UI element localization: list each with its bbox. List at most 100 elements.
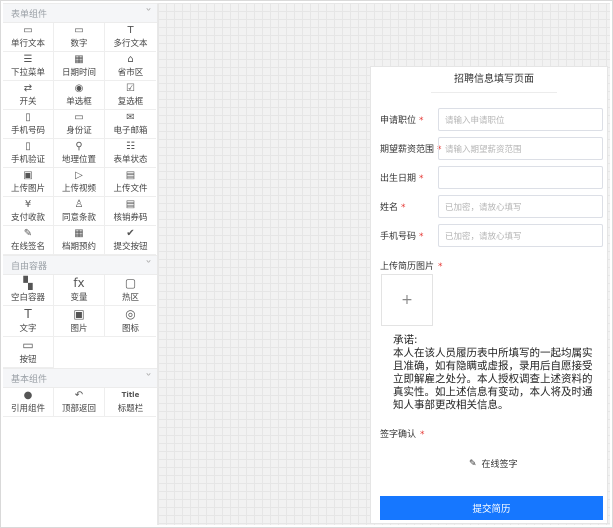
component-item[interactable]: ☑ 复选框 <box>105 81 156 110</box>
component-label: 省市区 <box>117 68 144 78</box>
component-item[interactable]: ▢ 热区 <box>105 275 156 306</box>
group-title: 基本组件 <box>11 374 48 385</box>
component-icon: ✎ <box>23 228 33 239</box>
component-label: 上传文件 <box>113 184 148 194</box>
component-item[interactable]: ◎ 图标 <box>105 306 156 337</box>
required-mark: * <box>419 174 424 184</box>
component-item[interactable]: ▷ 上传视频 <box>54 168 105 197</box>
chevron-down-icon[interactable]: ˅ <box>145 260 152 271</box>
component-item[interactable]: ▦ 日期时间 <box>54 52 105 81</box>
component-label: 上传视频 <box>61 184 96 194</box>
component-icon: ☷ <box>126 141 135 152</box>
component-icon: ▭ <box>74 112 84 123</box>
component-item[interactable]: ✉ 电子邮箱 <box>105 110 156 139</box>
component-item[interactable]: ▭ 数字 <box>54 23 105 52</box>
component-label: 电子邮箱 <box>113 126 148 136</box>
component-label: 表单状态 <box>113 155 148 165</box>
component-item[interactable]: fx 变量 <box>54 275 105 306</box>
component-icon: T <box>127 25 134 36</box>
component-icon: ⇄ <box>23 83 33 94</box>
sidebar-group-header[interactable]: 表单组件 ˅ <box>3 3 157 23</box>
salary-input[interactable]: 请输入期望薪资范围 <box>438 137 603 160</box>
component-item[interactable]: Title 标题栏 <box>105 388 156 417</box>
component-item[interactable]: ✔ 提交按钮 <box>105 226 156 255</box>
promise-title: 承诺: <box>393 334 418 346</box>
sidebar-group-header[interactable]: 基本组件 ˅ <box>3 368 157 388</box>
component-item[interactable]: ⇄ 开关 <box>3 81 54 110</box>
component-item[interactable]: T 多行文本 <box>105 23 156 52</box>
component-label: 下拉菜单 <box>10 68 45 78</box>
component-label: 在线签名 <box>10 242 45 252</box>
group-title: 表单组件 <box>11 9 48 20</box>
name-input[interactable]: 已加密，请放心填写 <box>438 195 603 218</box>
component-label: 空白容器 <box>10 292 45 303</box>
sign-label: 签字确认 * <box>380 427 425 440</box>
online-sign-button[interactable]: ✎ 在线签字 <box>469 457 518 471</box>
component-icon: ☑ <box>126 83 135 94</box>
required-mark: * <box>401 203 406 213</box>
sidebar-group-header[interactable]: 自由容器 ˅ <box>3 255 157 275</box>
component-icon: T <box>24 306 32 321</box>
component-item[interactable]: ▣ 图片 <box>54 306 105 337</box>
component-icon: ⚲ <box>75 141 83 152</box>
component-label: 档期预约 <box>61 242 96 252</box>
required-mark: * <box>419 232 424 242</box>
component-label: 多行文本 <box>113 39 148 49</box>
component-item[interactable]: ▚ 空白容器 <box>3 275 54 306</box>
component-label: 标题栏 <box>117 404 144 414</box>
phone-input[interactable]: 已加密，请放心填写 <box>438 224 603 247</box>
component-item[interactable]: ▯ 手机号码 <box>3 110 54 139</box>
component-label: 数字 <box>70 39 88 49</box>
component-icon: ¥ <box>24 199 32 210</box>
component-item[interactable]: ▭ 单行文本 <box>3 23 54 52</box>
component-item[interactable]: ▭ 按钮 <box>3 337 54 368</box>
component-item[interactable]: ▭ 身份证 <box>54 110 105 139</box>
component-icon: ✉ <box>126 112 135 123</box>
component-grid: ▚ 空白容器 fx 变量 ▢ 热区 T 文字 ▣ 图片 ◎ 图标 ▭ 按钮 <box>3 275 157 368</box>
field-label: 手机号码 <box>380 232 417 242</box>
upload-image-button[interactable]: + <box>381 274 433 326</box>
component-item[interactable]: ⌂ 省市区 <box>105 52 156 81</box>
component-item[interactable]: ▦ 档期预约 <box>54 226 105 255</box>
component-item[interactable]: ↶ 顶部返回 <box>54 388 105 417</box>
component-item[interactable]: ♙ 同意条款 <box>54 197 105 226</box>
chevron-down-icon[interactable]: ˅ <box>145 373 152 384</box>
component-label: 同意条款 <box>61 213 96 223</box>
required-mark: * <box>438 262 443 272</box>
component-label: 复选框 <box>117 97 144 107</box>
component-label: 图标 <box>121 323 139 334</box>
position-input[interactable]: 请输入申请职位 <box>438 108 603 131</box>
component-item[interactable]: ⚲ 地理位置 <box>54 139 105 168</box>
chevron-down-icon[interactable]: ˅ <box>145 8 152 19</box>
component-icon: ▭ <box>22 337 34 352</box>
component-item[interactable]: T 文字 <box>3 306 54 337</box>
promise-body: 本人在该人员履历表中所填写的一起均属实且准确，如有隐瞒或虚报，录用后自愿接受立即… <box>393 347 593 411</box>
component-icon: ▷ <box>75 170 83 181</box>
component-label: 手机号码 <box>10 126 45 136</box>
component-icon: ▣ <box>23 170 33 181</box>
component-label: 按钮 <box>19 354 37 365</box>
component-item[interactable]: ¥ 支付收款 <box>3 197 54 226</box>
component-item[interactable]: ◉ 单选框 <box>54 81 105 110</box>
birthdate-input[interactable] <box>438 166 603 189</box>
component-label: 文字 <box>19 323 37 334</box>
component-icon: ▦ <box>74 54 84 65</box>
component-item[interactable]: ▤ 核销券码 <box>105 197 156 226</box>
component-label: 图片 <box>70 323 88 334</box>
component-icon: ⌂ <box>127 54 134 65</box>
field-name: 姓名 * 已加密，请放心填写 <box>380 195 603 218</box>
component-item[interactable]: ▯ 手机验证 <box>3 139 54 168</box>
component-item[interactable]: ▣ 上传图片 <box>3 168 54 197</box>
component-item[interactable]: ● 引用组件 <box>3 388 54 417</box>
upload-label: 上传简历图片 * <box>380 259 443 272</box>
component-item[interactable]: ✎ 在线签名 <box>3 226 54 255</box>
component-sidebar: 表单组件 ˅ ▭ 单行文本 ▭ 数字 T 多行文本 ☰ 下拉菜单 ▦ 日期时间 ⌂ 省市区 ⇄ 开关 ◉ 单选框 ☑… <box>3 3 158 525</box>
component-label: 身份证 <box>66 126 92 136</box>
component-icon: ✔ <box>126 228 135 239</box>
submit-resume-button[interactable]: 提交简历 <box>380 496 603 520</box>
component-item[interactable]: ▤ 上传文件 <box>105 168 156 197</box>
component-item[interactable]: ☰ 下拉菜单 <box>3 52 54 81</box>
component-label: 单选框 <box>66 97 92 107</box>
pen-icon: ✎ <box>469 458 477 469</box>
component-item[interactable]: ☷ 表单状态 <box>105 139 156 168</box>
